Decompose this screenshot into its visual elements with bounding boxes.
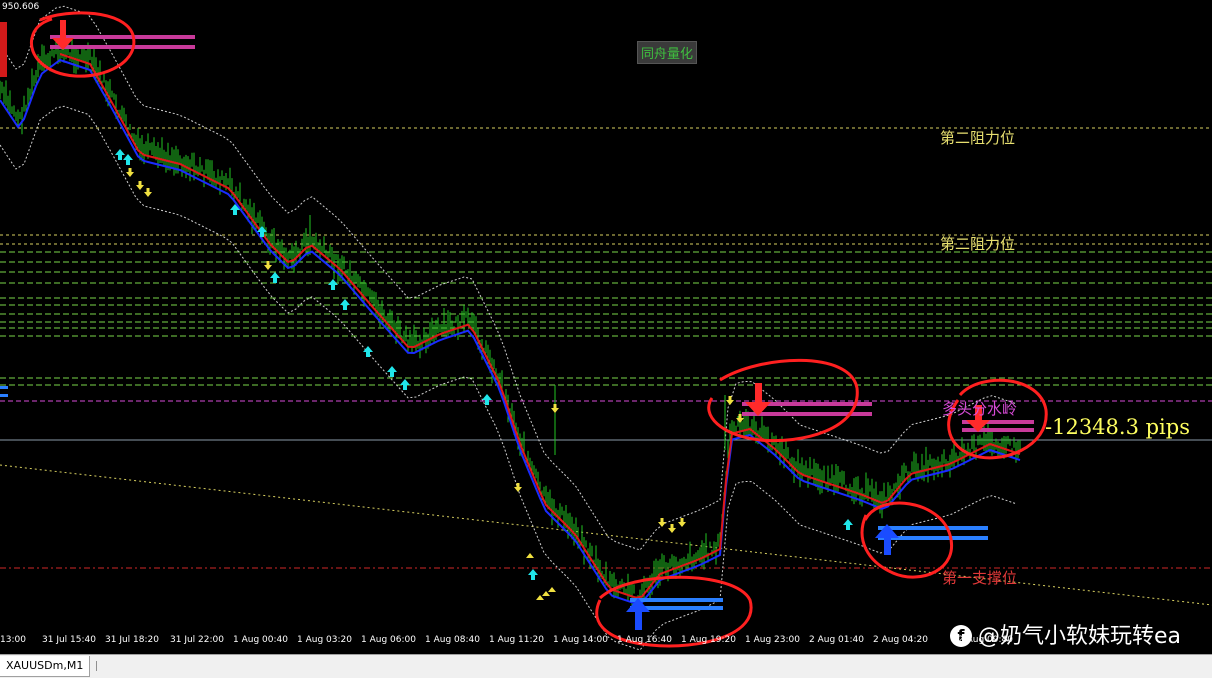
ma-slow-line: [0, 58, 1021, 605]
sell-entry-arrow-2: [745, 383, 771, 416]
buy-signal-arrow-icon: [115, 149, 125, 160]
minor-signal-arrow-icon: [526, 553, 534, 558]
buy-signal-arrow-icon: [528, 569, 538, 580]
annotation-circles: [29, 11, 1048, 648]
tab-symbol-chart[interactable]: XAUUSDm,M1: [0, 656, 91, 677]
sell-signal-arrow-icon: [144, 188, 152, 197]
chart-tab-bar: XAUUSDm,M1: [0, 654, 1212, 678]
sell-signal-arrow-icon: [126, 168, 134, 177]
minor-signal-arrow-icon: [548, 587, 556, 592]
left-edge-bar-1: [0, 386, 8, 389]
chart-canvas: [0, 5, 1212, 651]
sell-signal-arrow-icon: [658, 518, 666, 527]
signal-arrows: [115, 149, 853, 600]
zone-bars: [0, 22, 1034, 610]
price-chart[interactable]: 950.606 同舟量化 第二阻力位 第二阻力位 多头分水岭 第一支撑位 -12…: [0, 0, 1212, 654]
time-tick: 1 Aug 16:40: [617, 635, 672, 645]
price-scale-top-value: 950.606: [2, 2, 40, 12]
sell-signal-arrow-icon: [678, 518, 686, 527]
left-edge-marker: [0, 22, 7, 77]
time-tick: 1 Aug 08:40: [425, 635, 480, 645]
buy-zone-bar-1: [630, 598, 723, 602]
sell-signal-arrow-icon: [726, 396, 734, 405]
buy-entry-arrow-1: [626, 598, 650, 630]
time-tick: 13:00: [0, 635, 26, 645]
upper-band: [0, 5, 1017, 551]
buy-signal-arrow-icon: [400, 379, 410, 390]
time-tick: 2 Aug 09:40: [958, 635, 1013, 645]
indicator-name-label[interactable]: 同舟量化: [637, 41, 698, 64]
time-tick: 31 Jul 22:00: [170, 635, 224, 645]
buy-signal-arrow-icon: [387, 366, 397, 377]
buy-signal-arrow-icon: [363, 346, 373, 357]
time-tick: 1 Aug 19:20: [681, 635, 736, 645]
buy-signal-arrow-icon: [328, 279, 338, 290]
tab-bar-divider: [96, 661, 107, 671]
sell-signal-arrow-icon: [514, 483, 522, 492]
buy-signal-arrow-icon: [270, 272, 280, 283]
sell-zone-bar-6: [962, 428, 1034, 432]
sell-signal-arrow-icon: [668, 524, 676, 533]
bull-line-label: 多头分水岭: [942, 400, 1018, 418]
resistance-label-b: 第二阻力位: [940, 235, 1016, 253]
time-tick: 2 Aug 04:20: [873, 635, 928, 645]
time-tick: 1 Aug 14:00: [553, 635, 608, 645]
time-tick: 1 Aug 11:20: [489, 635, 544, 645]
resistance-label-a: 第二阻力位: [940, 129, 1016, 147]
time-axis: 13:00 31 Jul 15:40 31 Jul 18:20 31 Jul 2…: [0, 632, 1212, 652]
pips-readout: -12348.3 pips: [1045, 415, 1190, 439]
left-edge-bar-2: [0, 394, 8, 397]
sell-zone-bar-2: [50, 45, 195, 49]
time-tick: 31 Jul 18:20: [105, 635, 159, 645]
support-label: 第一支撑位: [942, 569, 1018, 587]
ma-fast-line: [59, 53, 1021, 599]
time-tick: 1 Aug 03:20: [297, 635, 352, 645]
entry-arrows: [52, 20, 990, 630]
buy-signal-arrow-icon: [482, 394, 492, 405]
time-tick: 1 Aug 00:40: [233, 635, 288, 645]
time-tick: 1 Aug 06:00: [361, 635, 416, 645]
time-tick: 1 Aug 23:00: [745, 635, 800, 645]
buy-zone-bar-3: [878, 526, 988, 530]
buy-signal-arrow-icon: [123, 154, 133, 165]
time-tick: 31 Jul 15:40: [42, 635, 96, 645]
price-bars: [0, 38, 1021, 608]
buy-signal-arrow-icon: [340, 299, 350, 310]
sell-signal-arrow-icon: [136, 181, 144, 190]
time-tick: 2 Aug 01:40: [809, 635, 864, 645]
sell-signal-arrow-icon: [551, 404, 559, 413]
buy-signal-arrow-icon: [843, 519, 853, 530]
